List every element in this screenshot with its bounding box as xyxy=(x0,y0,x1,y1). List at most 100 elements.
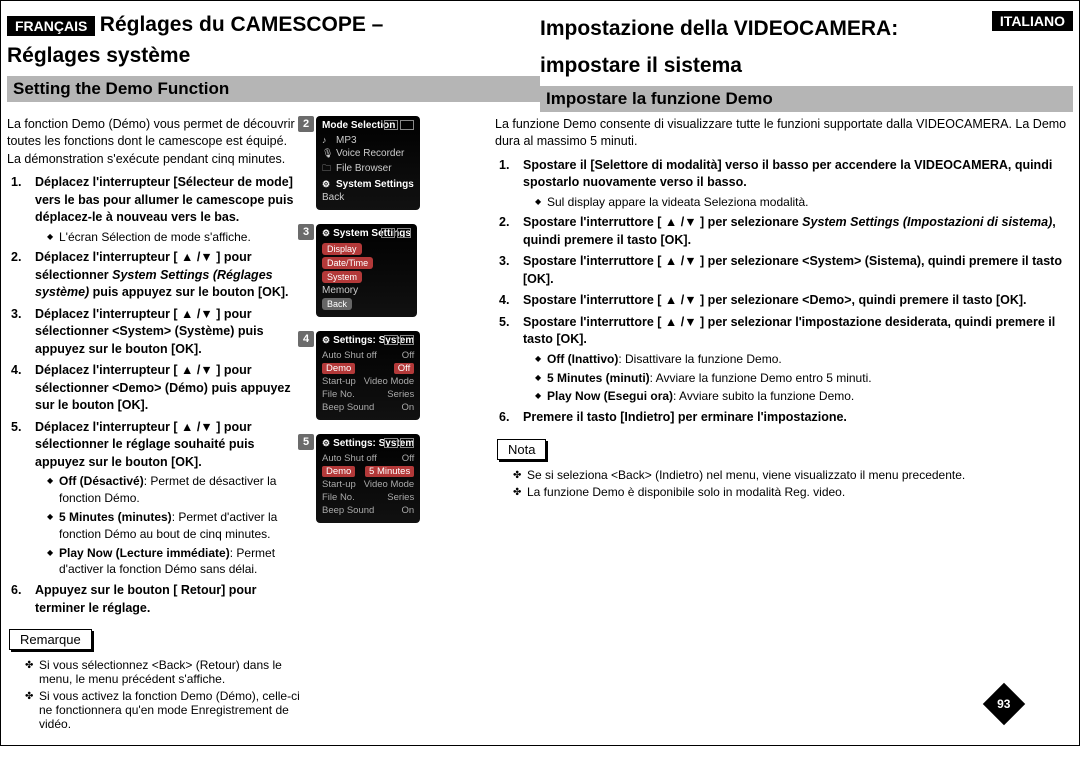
step-it-3: Spostare l'interruttore [ ▲ /▼ ] per sel… xyxy=(523,253,1067,288)
pill: Display xyxy=(322,243,362,255)
step-fr-2: Déplacez l'interrupteur [ ▲ /▼ ] pour sé… xyxy=(35,249,301,302)
notes-it: Se si seleziona <Back> (Indietro) nel me… xyxy=(495,468,1073,499)
step-fr-4-bold: Déplacez l'interrupteur [ ▲ /▼ ] pour sé… xyxy=(35,363,291,412)
settings-row-selected: Demo5 Minutes xyxy=(322,465,414,478)
settings-row: Start-upVideo Mode xyxy=(322,375,414,388)
heading-fr-line2: Réglages système xyxy=(7,42,540,69)
row-key: Beep Sound xyxy=(322,402,374,413)
settings-row: Start-up Video Mode xyxy=(322,478,414,491)
heading-fr-line1: Réglages du CAMESCOPE – xyxy=(100,13,384,36)
opt: Off (Inattivo): Disattivare la funzione … xyxy=(535,351,1067,368)
step-fr-3: Déplacez l'interrupteur [ ▲ /▼ ] pour sé… xyxy=(35,306,301,359)
note-label-fr: Remarque xyxy=(9,629,92,650)
opt-t: : Avviare la funzione Demo entro 5 minut… xyxy=(650,371,872,385)
row-val: Series xyxy=(387,492,414,503)
page-number: 93 xyxy=(997,697,1010,711)
two-column-layout: FRANÇAIS Réglages du CAMESCOPE – Réglage… xyxy=(7,11,1073,116)
pill-back: Back xyxy=(322,298,352,310)
settings-row: Auto Shut offOff xyxy=(322,452,414,465)
step-it-1-sub: Sul display appare la videata Seleziona … xyxy=(523,194,1067,211)
opt-t: : Disattivare la funzione Demo. xyxy=(618,352,781,366)
row-val: 5 Minutes xyxy=(365,466,414,477)
opt-b: Play Now (Esegui ora) xyxy=(547,389,673,403)
row-val: Off xyxy=(402,453,415,464)
note-label-it: Nota xyxy=(497,439,546,460)
step-it-5-opts: Off (Inattivo): Disattivare la funzione … xyxy=(523,351,1067,405)
card-icon xyxy=(381,228,395,238)
section-bar-fr: Setting the Demo Function xyxy=(7,76,540,102)
settings-row: Auto Shut offOff xyxy=(322,349,414,362)
gear-icon: ⚙ xyxy=(322,335,330,346)
menu-item-back: Back xyxy=(322,191,414,204)
settings-row: File No.Series xyxy=(322,388,414,401)
pill-selected: System xyxy=(322,271,362,283)
body-three-col: La fonction Demo (Démo) vous permet de d… xyxy=(7,116,1073,736)
status-icons xyxy=(384,335,414,345)
lang-badge-it: ITALIANO xyxy=(992,11,1073,31)
menu-label: System Settings xyxy=(336,179,414,190)
row-key: Start-up xyxy=(322,479,356,490)
lang-badge-fr: FRANÇAIS xyxy=(7,16,95,36)
step-it-6-bold: Premere il tasto [Indietro] per erminare… xyxy=(523,410,847,424)
screen-2: 2 Mode Selection ♪MP3 🎙Voice Recorder 🗀F… xyxy=(316,116,420,210)
music-icon: ♪ xyxy=(322,135,332,145)
opt: Off (Désactivé): Permet de désactiver la… xyxy=(47,473,301,507)
row-val: Off xyxy=(394,363,415,374)
intro-it: La funzione Demo consente di visualizzar… xyxy=(495,116,1073,151)
menu-label: Memory xyxy=(322,285,358,296)
page-frame: FRANÇAIS Réglages du CAMESCOPE – Réglage… xyxy=(0,0,1080,746)
row-val: Series xyxy=(387,389,414,400)
row-val: Video Mode xyxy=(364,479,415,490)
menu-item-selected: ⚙ System Settings xyxy=(322,178,414,191)
step-fr-5-bold: Déplacez l'interrupteur [ ▲ /▼ ] pour sé… xyxy=(35,420,255,469)
mic-icon: 🎙 xyxy=(322,148,332,159)
steps-fr: Déplacez l'interrupteur [Sélecteur de mo… xyxy=(7,174,307,617)
settings-row: File No.Series xyxy=(322,491,414,504)
sub-bullet: L'écran Sélection de mode s'affiche. xyxy=(47,229,301,246)
screen-num-icon: 3 xyxy=(298,224,314,240)
menu-item: Memory xyxy=(322,284,411,297)
menu-label: MP3 xyxy=(336,135,357,146)
opt: 5 Minutes (minutes): Permet d'activer la… xyxy=(47,509,301,543)
step-fr-6: Appuyez sur le bouton [ Retour] pour ter… xyxy=(35,582,301,617)
row-key: Demo xyxy=(322,363,355,374)
opt-b: Off (Inattivo) xyxy=(547,352,618,366)
folder-icon: 🗀 xyxy=(322,161,332,177)
menu-item: ♪ MP3 xyxy=(322,134,414,147)
step-it-2-italic: System Settings (Impostazioni di sistema… xyxy=(802,215,1052,229)
step-fr-2-post: puis appuyez sur le bouton [OK]. xyxy=(89,285,288,299)
gear-icon: ⚙ xyxy=(322,179,332,190)
right-column: Impostazione della VIDEOCAMERA: ITALIANO… xyxy=(540,11,1073,116)
opt-b: 5 Minutes (minuti) xyxy=(547,371,650,385)
step-it-1-bold: Spostare il [Selettore di modalità] vers… xyxy=(523,158,1052,190)
left-text: La fonction Demo (Démo) vous permet de d… xyxy=(7,116,307,736)
battery-icon xyxy=(400,438,414,448)
battery-icon xyxy=(400,120,414,130)
opt-t: : Avviare subito la funzione Demo. xyxy=(673,389,854,403)
intro-fr: La fonction Demo (Démo) vous permet de d… xyxy=(7,116,307,169)
status-icons xyxy=(384,438,414,448)
step-it-4: Spostare l'interruttore [ ▲ /▼ ] per sel… xyxy=(523,292,1067,310)
opt-b: Play Now (Lecture immédiate) xyxy=(59,546,230,560)
step-it-3-bold: Spostare l'interruttore [ ▲ /▼ ] per sel… xyxy=(523,254,1062,286)
right-text: La funzione Demo consente di visualizzar… xyxy=(495,116,1073,736)
step-fr-4: Déplacez l'interrupteur [ ▲ /▼ ] pour sé… xyxy=(35,362,301,415)
step-fr-3-bold: Déplacez l'interrupteur [ ▲ /▼ ] pour sé… xyxy=(35,307,264,356)
battery-icon xyxy=(397,228,411,238)
card-icon xyxy=(384,335,398,345)
step-fr-5-opts: Off (Désactivé): Permet de désactiver la… xyxy=(35,473,301,578)
center-screens: 2 Mode Selection ♪MP3 🎙Voice Recorder 🗀F… xyxy=(307,116,495,736)
screen-num-icon: 2 xyxy=(298,116,314,132)
screen-num-icon: 4 xyxy=(298,331,314,347)
step-it-6: Premere il tasto [Indietro] per erminare… xyxy=(523,409,1067,427)
opt: Play Now (Lecture immédiate): Permet d'a… xyxy=(47,545,301,579)
sub-bullet: Sul display appare la videata Seleziona … xyxy=(535,194,1067,211)
heading-it-line2: impostare il sistema xyxy=(540,52,1073,79)
screen-3: 3 ⚙System Settings Display Date/Time Sys… xyxy=(316,224,417,317)
note-item: Si vous sélectionnez <Back> (Retour) dan… xyxy=(25,658,307,686)
notes-fr: Si vous sélectionnez <Back> (Retour) dan… xyxy=(7,658,307,731)
row-key: Start-up xyxy=(322,376,356,387)
opt-b: Off (Désactivé) xyxy=(59,474,144,488)
settings-row-selected: Demo Off xyxy=(322,362,414,375)
menu-label: File Browser xyxy=(336,163,392,174)
